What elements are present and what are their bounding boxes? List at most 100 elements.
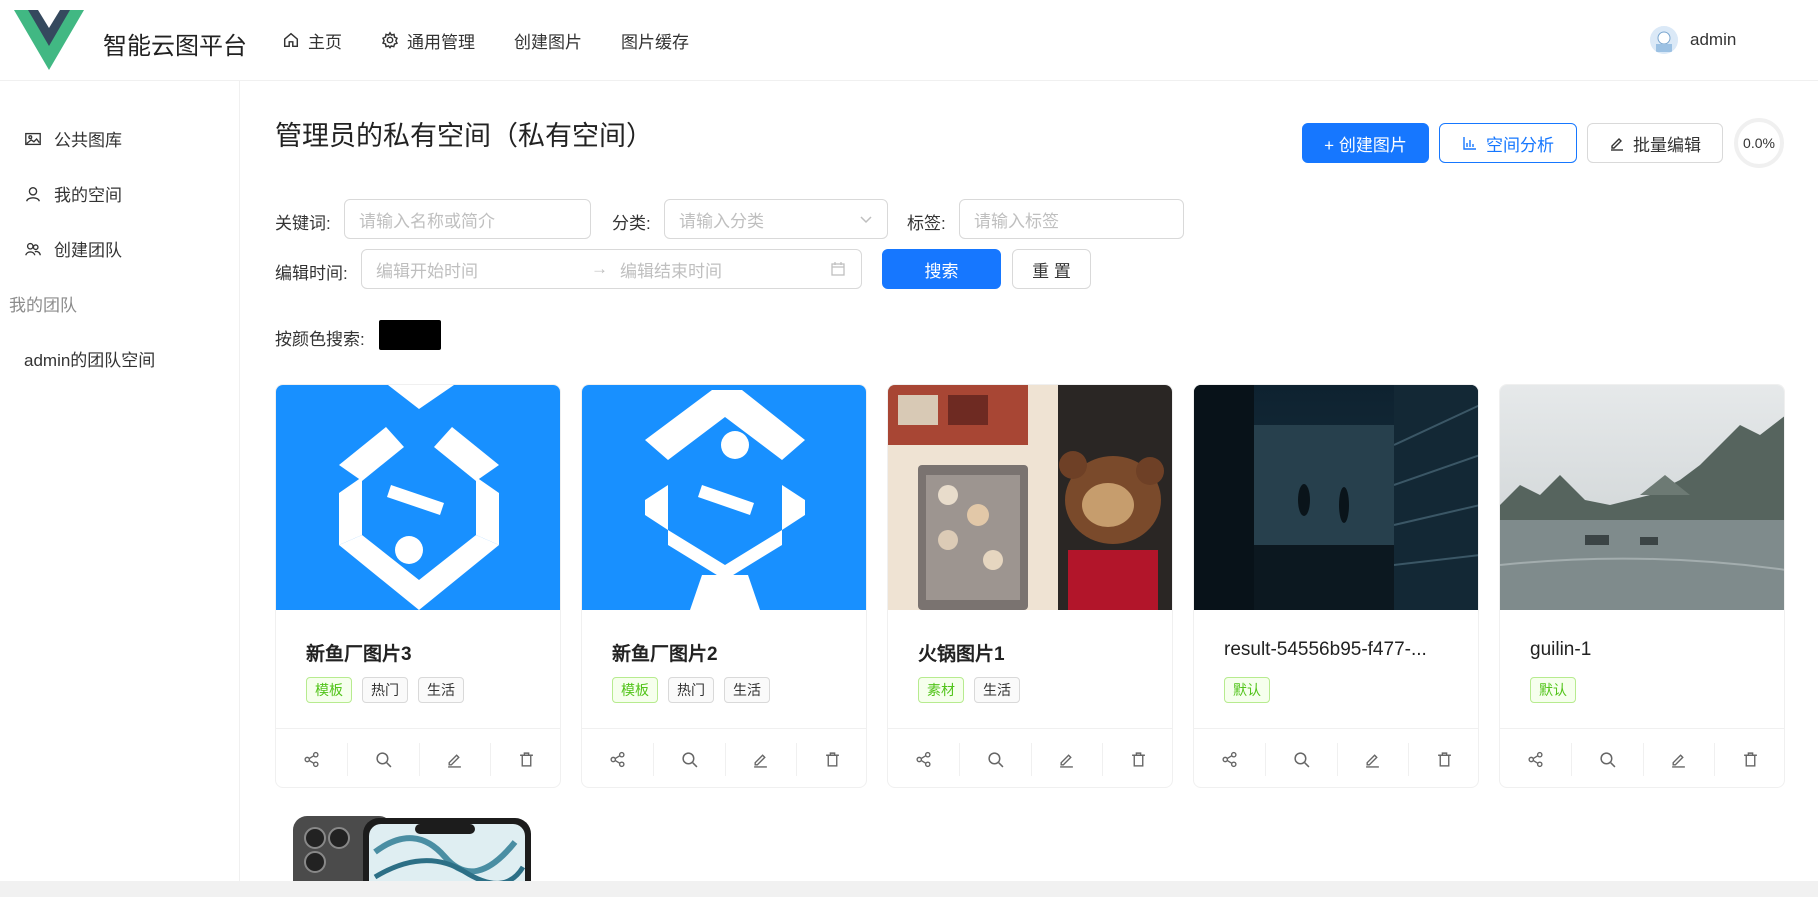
edit-icon: [448, 754, 462, 768]
tag-placeholder: 请输入标签: [974, 211, 1059, 231]
card-title: result-54556b95-f477-...: [1224, 639, 1427, 660]
share-icon: [304, 751, 319, 768]
sidebar-item-label: 公共图库: [54, 131, 122, 150]
app-title[interactable]: 智能云图平台: [103, 26, 247, 61]
search-icon: [376, 752, 392, 768]
search-similar-button[interactable]: [960, 743, 1032, 776]
range-arrow-icon: →: [591, 259, 608, 278]
share-button[interactable]: [888, 743, 960, 776]
edit-time-range-picker[interactable]: 编辑开始时间 → 编辑结束时间: [361, 249, 862, 289]
create-picture-button[interactable]: + 创建图片: [1302, 123, 1429, 163]
edit-button[interactable]: [726, 743, 798, 776]
card-title: 新鱼厂图片2: [612, 644, 718, 665]
tag: 默认: [1224, 677, 1270, 703]
sidebar-item-admin-team-space[interactable]: admin的团队空间: [24, 346, 155, 371]
sidebar-item-label: 创建团队: [54, 241, 122, 260]
user-name: admin: [1690, 30, 1737, 49]
create-picture-button-label: + 创建图片: [1324, 135, 1407, 155]
user-icon: [26, 186, 40, 201]
picture-card[interactable]: 新鱼厂图片2 模板 热门 生活: [581, 384, 867, 788]
card-image: [888, 385, 1172, 610]
sidebar: 公共图库 我的空间 创建团队 我的团队 admin的团队空间: [0, 81, 240, 881]
sidebar-item-create-team[interactable]: 创建团队: [24, 236, 122, 261]
picture-card[interactable]: result-54556b95-f477-... 默认: [1193, 384, 1479, 788]
keyword-input[interactable]: 请输入名称或简介: [344, 199, 591, 239]
vue-logo-icon[interactable]: [14, 10, 84, 70]
nav-home[interactable]: 主页: [282, 28, 342, 53]
color-picker[interactable]: [379, 320, 441, 350]
trash-icon: [826, 752, 839, 767]
search-similar-button[interactable]: [1572, 743, 1644, 776]
card-image: [276, 385, 560, 610]
edit-button[interactable]: [1338, 743, 1410, 776]
main-nav: 主页 通用管理 创建图片 图片缓存: [282, 0, 728, 80]
avatar[interactable]: [1650, 26, 1678, 54]
category-select[interactable]: 请输入分类: [664, 199, 888, 239]
home-icon: [283, 32, 299, 48]
edit-icon: [1611, 138, 1623, 151]
batch-edit-button-label: 批量编辑: [1633, 135, 1701, 155]
sidebar-item-label: admin的团队空间: [24, 351, 156, 370]
picture-card-partial[interactable]: [275, 812, 561, 882]
share-icon: [610, 751, 625, 768]
nav-picture-cache[interactable]: 图片缓存: [621, 28, 689, 53]
card-tags: 默认: [1530, 677, 1576, 703]
share-button[interactable]: [276, 743, 348, 776]
edit-icon: [1366, 754, 1380, 768]
tag: 生活: [724, 677, 770, 703]
search-similar-button[interactable]: [654, 743, 726, 776]
space-analysis-button[interactable]: 空间分析: [1439, 123, 1577, 163]
tag: 热门: [362, 677, 408, 703]
share-button[interactable]: [582, 743, 654, 776]
share-icon: [916, 751, 931, 768]
share-icon: [1528, 751, 1543, 768]
user-menu[interactable]: admin: [1650, 26, 1736, 54]
tag: 默认: [1530, 677, 1576, 703]
phone-image: [293, 816, 531, 882]
horizontal-scrollbar[interactable]: [0, 881, 1818, 897]
edit-button[interactable]: [1644, 743, 1716, 776]
delete-button[interactable]: [797, 743, 866, 776]
picture-card[interactable]: 火锅图片1 素材 生活: [887, 384, 1173, 788]
delete-button[interactable]: [1715, 743, 1784, 776]
card-actions: [276, 728, 560, 787]
tag-input[interactable]: 请输入标签: [959, 199, 1184, 239]
card-image: [582, 385, 866, 610]
edit-button[interactable]: [1032, 743, 1104, 776]
picture-card[interactable]: guilin-1 默认: [1499, 384, 1785, 788]
delete-button[interactable]: [1103, 743, 1172, 776]
edit-icon: [1060, 754, 1074, 768]
tag: 素材: [918, 677, 964, 703]
edit-time-label: 编辑时间:: [275, 264, 348, 283]
nav-create-picture[interactable]: 创建图片: [514, 28, 582, 53]
end-time-placeholder: 编辑结束时间: [620, 261, 722, 281]
search-similar-button[interactable]: [348, 743, 420, 776]
nav-general-admin[interactable]: 通用管理: [381, 28, 475, 53]
team-icon: [25, 242, 41, 256]
delete-button[interactable]: [491, 743, 560, 776]
tag: 生活: [418, 677, 464, 703]
batch-edit-button[interactable]: 批量编辑: [1587, 123, 1723, 163]
edit-button[interactable]: [420, 743, 492, 776]
card-tags: 素材 生活: [918, 677, 1020, 703]
search-icon: [1294, 752, 1310, 768]
search-icon: [1600, 752, 1616, 768]
image-icon: [25, 132, 41, 145]
nav-picture-cache-label: 图片缓存: [621, 32, 689, 52]
start-time-placeholder: 编辑开始时间: [376, 261, 478, 281]
trash-icon: [1438, 752, 1451, 767]
tag: 模板: [306, 677, 352, 703]
color-search-label: 按颜色搜索:: [275, 330, 365, 349]
reset-button[interactable]: 重 置: [1012, 249, 1091, 289]
sidebar-item-public-gallery[interactable]: 公共图库: [24, 126, 122, 151]
card-tags: 模板 热门 生活: [612, 677, 770, 703]
gear-icon: [381, 31, 399, 49]
card-image: [1194, 385, 1478, 610]
share-button[interactable]: [1194, 743, 1266, 776]
search-similar-button[interactable]: [1266, 743, 1338, 776]
share-button[interactable]: [1500, 743, 1572, 776]
delete-button[interactable]: [1409, 743, 1478, 776]
picture-card[interactable]: 新鱼厂图片3 模板 热门 生活: [275, 384, 561, 788]
search-button[interactable]: 搜索: [882, 249, 1001, 289]
sidebar-item-my-space[interactable]: 我的空间: [24, 181, 122, 206]
